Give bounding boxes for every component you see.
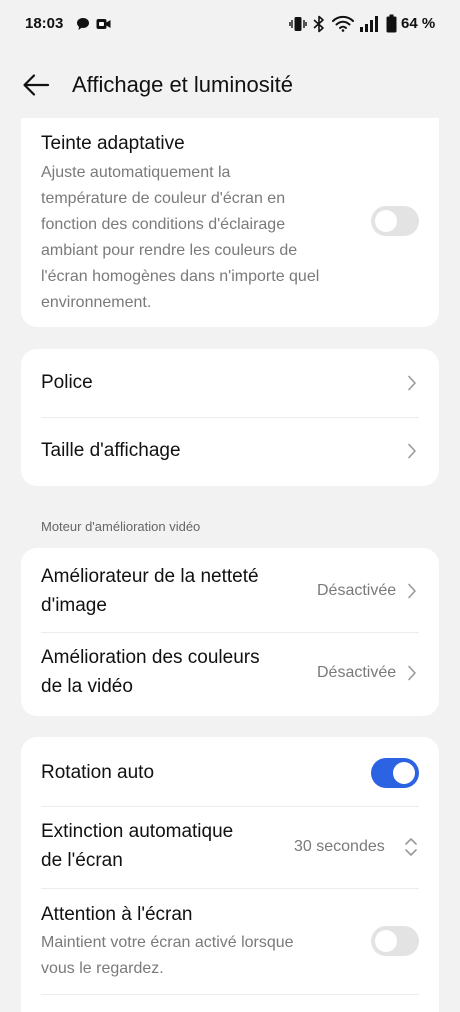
chevron-right-icon [408,665,416,681]
police-row[interactable]: Police [21,349,439,417]
video-colors-value: Désactivée [317,664,397,681]
signal-icon [360,16,378,32]
auto-rotation-row[interactable]: Rotation auto [21,737,439,806]
video-card: Améliorateur de la netteté d'image Désac… [21,548,439,716]
auto-off-title-line-1: Extinction automatique [41,821,234,842]
battery-percentage: 64 % [401,15,436,32]
chevron-right-icon [408,375,416,391]
adaptive-tint-toggle[interactable] [371,206,419,236]
status-time: 18:03 [25,15,64,32]
chat-bubble-icon [77,18,89,30]
vibrate-icon [289,17,307,31]
auto-off-value: 30 secondes [294,838,385,855]
adaptive-tint-desc-line-4: ambiant pour rendre les couleurs de [41,242,298,259]
adaptive-tint-title: Teinte adaptative [41,133,185,154]
video-colors-title-line-2: de la vidéo [41,676,133,697]
auto-off-row[interactable]: Extinction automatique de l'écran 30 sec… [21,807,439,888]
screen-attention-row[interactable]: Attention à l'écran Maintient votre écra… [21,889,439,994]
screen-attention-desc-line-1: Maintient votre écran activé lorsque [41,934,294,951]
auto-off-title-line-2: de l'écran [41,850,123,871]
video-notification-icon [96,19,111,29]
sharpness-title-line-1: Améliorateur de la netteté [41,566,259,587]
video-section-header: Moteur d'amélioration vidéo [41,519,201,534]
arrow-left-icon [23,74,50,96]
screen-attention-toggle[interactable] [371,926,419,956]
app-bar: Affichage et luminosité [0,56,460,116]
toggle-knob [393,762,415,784]
sharpness-title-line-2: d'image [41,595,107,616]
video-colors-title-line-1: Amélioration des couleurs [41,647,260,668]
wifi-icon [332,15,354,32]
police-label: Police [41,372,93,393]
font-card: Police Taille d'affichage [21,349,439,486]
back-button[interactable] [18,68,54,104]
page-title: Affichage et luminosité [72,72,293,97]
divider [41,994,419,995]
video-colors-row[interactable]: Amélioration des couleurs de la vidéo Dé… [21,633,439,716]
adaptive-tint-desc-line-3: fonction des conditions d'éclairage [41,216,286,233]
auto-rotation-title: Rotation auto [41,762,155,783]
screen-attention-desc-line-2: vous le regardez. [41,960,164,977]
status-bar: 18:03 64 % [0,0,460,50]
bluetooth-icon [313,15,324,33]
toggle-knob [375,210,397,232]
toggle-knob [375,930,397,952]
chevron-right-icon [408,443,416,459]
adaptive-tint-desc-line-6: environnement. [41,294,152,311]
adaptive-tint-card: Teinte adaptative Ajuste automatiquement… [21,118,439,327]
display-size-label: Taille d'affichage [41,440,181,461]
chevron-right-icon [408,583,416,599]
adaptive-tint-desc-line-5: l'écran homogènes dans n'importe quel [41,268,320,285]
up-down-chevron-icon [405,838,417,856]
adaptive-tint-desc-line-2: température de couleur d'écran en [41,190,286,207]
screen-attention-title: Attention à l'écran [41,904,193,925]
auto-rotation-toggle[interactable] [371,758,419,788]
display-size-row[interactable]: Taille d'affichage [21,418,439,486]
screen-card: Rotation auto Extinction automatique de … [21,737,439,1012]
battery-icon [386,14,397,33]
adaptive-tint-row[interactable]: Teinte adaptative Ajuste automatiquement… [21,118,439,327]
adaptive-tint-desc-line-1: Ajuste automatiquement la [41,164,231,181]
sharpness-value: Désactivée [317,582,397,599]
sharpness-row[interactable]: Améliorateur de la netteté d'image Désac… [21,548,439,632]
